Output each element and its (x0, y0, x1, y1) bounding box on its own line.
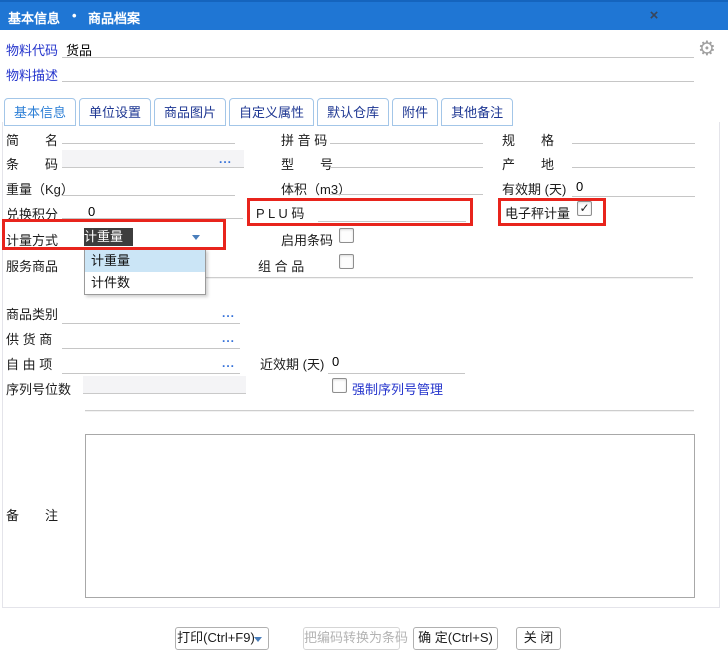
near-expiry-label: 近效期 (天) (260, 354, 324, 373)
material-code-input[interactable] (62, 57, 694, 58)
service-goods-label: 服务商品 (6, 256, 58, 275)
enable-barcode-checkbox[interactable] (339, 228, 354, 243)
supplier-label: 供 货 商 (6, 329, 52, 348)
tab-product-images[interactable]: 商品图片 (154, 98, 226, 126)
measure-mode-combobox[interactable]: 计重量 (84, 228, 133, 246)
short-name-label: 简 名 (6, 130, 58, 149)
enable-barcode-label: 启用条码 (281, 230, 333, 249)
product-archive-window: 基本信息 • 商品档案 × 物料代码 货品 物料描述 ⚙ 基本信息 单位设置 商… (0, 0, 728, 658)
print-button-label: 打印(Ctrl+F9) (177, 630, 255, 645)
volume-label: 体积（m3） (281, 179, 351, 198)
model-input[interactable] (330, 167, 483, 168)
model-label: 型 号 (281, 154, 333, 173)
tab-attachments[interactable]: 附件 (392, 98, 438, 126)
category-input[interactable] (62, 323, 240, 324)
pinyin-code-input[interactable] (330, 143, 483, 144)
close-button[interactable]: 关 闭 (516, 627, 561, 650)
plu-code-input[interactable] (318, 221, 466, 222)
window-title-section: 基本信息 (8, 8, 60, 27)
tab-strip: 基本信息 单位设置 商品图片 自定义属性 默认仓库 附件 其他备注 (4, 98, 513, 126)
free-item-browse-button[interactable]: ... (222, 356, 235, 370)
title-bullet: • (72, 8, 77, 23)
tab-custom-attrs[interactable]: 自定义属性 (229, 98, 314, 126)
weight-input[interactable] (62, 195, 235, 196)
tab-default-warehouse[interactable]: 默认仓库 (317, 98, 389, 126)
free-item-label: 自 由 项 (6, 354, 52, 373)
measure-mode-label: 计量方式 (6, 230, 58, 249)
print-dropdown-icon[interactable] (254, 637, 262, 642)
barcode-input[interactable] (62, 150, 244, 168)
tab-unit-settings[interactable]: 单位设置 (79, 98, 151, 126)
validity-days-value: 0 (576, 179, 583, 194)
spec-input[interactable] (572, 143, 695, 144)
supplier-browse-button[interactable]: ... (222, 331, 235, 345)
force-serial-checkbox[interactable] (332, 378, 347, 393)
force-serial-label: 强制序列号管理 (352, 379, 443, 398)
combo-product-label: 组 合 品 (258, 256, 304, 275)
material-code-label: 物料代码 (6, 40, 58, 59)
material-desc-input[interactable] (62, 81, 694, 82)
escale-label: 电子秤计量 (505, 203, 570, 222)
dropdown-option-weighing[interactable]: 计重量 (85, 250, 205, 272)
section-divider (206, 277, 693, 278)
exchange-points-label: 兑换积分 (6, 204, 58, 223)
escale-checkbox[interactable]: ✓ (577, 201, 592, 216)
measure-mode-dropdown: 计重量 计件数 (84, 249, 206, 295)
gear-icon[interactable]: ⚙ (698, 36, 716, 61)
exchange-points-value: 0 (88, 204, 95, 219)
barcode-browse-button[interactable]: ... (219, 152, 232, 166)
serial-digits-input[interactable] (83, 376, 246, 394)
origin-input[interactable] (572, 167, 695, 168)
convert-to-barcode-button[interactable]: 把编码转换为条码 (303, 627, 400, 650)
material-desc-label: 物料描述 (6, 65, 58, 84)
dropdown-option-counting[interactable]: 计件数 (85, 272, 205, 294)
tab-basic-info[interactable]: 基本信息 (4, 98, 76, 126)
validity-days-input[interactable] (572, 196, 695, 197)
plu-code-label: P L U 码 (256, 203, 304, 222)
serial-digits-label: 序列号位数 (6, 379, 71, 398)
exchange-points-input[interactable] (62, 218, 243, 219)
validity-days-label: 有效期 (天) (502, 179, 566, 198)
tab-other-notes[interactable]: 其他备注 (441, 98, 513, 126)
check-icon: ✓ (579, 201, 589, 215)
combo-product-checkbox[interactable] (339, 254, 354, 269)
short-name-input[interactable] (62, 143, 235, 144)
chevron-down-icon[interactable] (192, 235, 200, 240)
ok-button[interactable]: 确 定(Ctrl+S) (413, 627, 498, 650)
free-item-input[interactable] (62, 373, 240, 374)
volume-input[interactable] (330, 194, 483, 195)
close-icon[interactable]: × (645, 7, 663, 25)
category-browse-button[interactable]: ... (222, 306, 235, 320)
remark-textarea[interactable] (85, 434, 695, 598)
near-expiry-value: 0 (332, 354, 339, 369)
window-title-module: 商品档案 (88, 8, 140, 27)
origin-label: 产 地 (502, 154, 554, 173)
barcode-label: 条 码 (6, 154, 58, 173)
title-bar: 基本信息 • 商品档案 × (0, 0, 728, 30)
remark-label: 备 注 (6, 505, 58, 524)
category-label: 商品类别 (6, 304, 58, 323)
near-expiry-input[interactable] (328, 373, 465, 374)
pinyin-code-label: 拼 音 码 (281, 130, 327, 149)
spec-label: 规 格 (502, 130, 554, 149)
supplier-input[interactable] (62, 348, 240, 349)
remark-divider (85, 410, 694, 411)
